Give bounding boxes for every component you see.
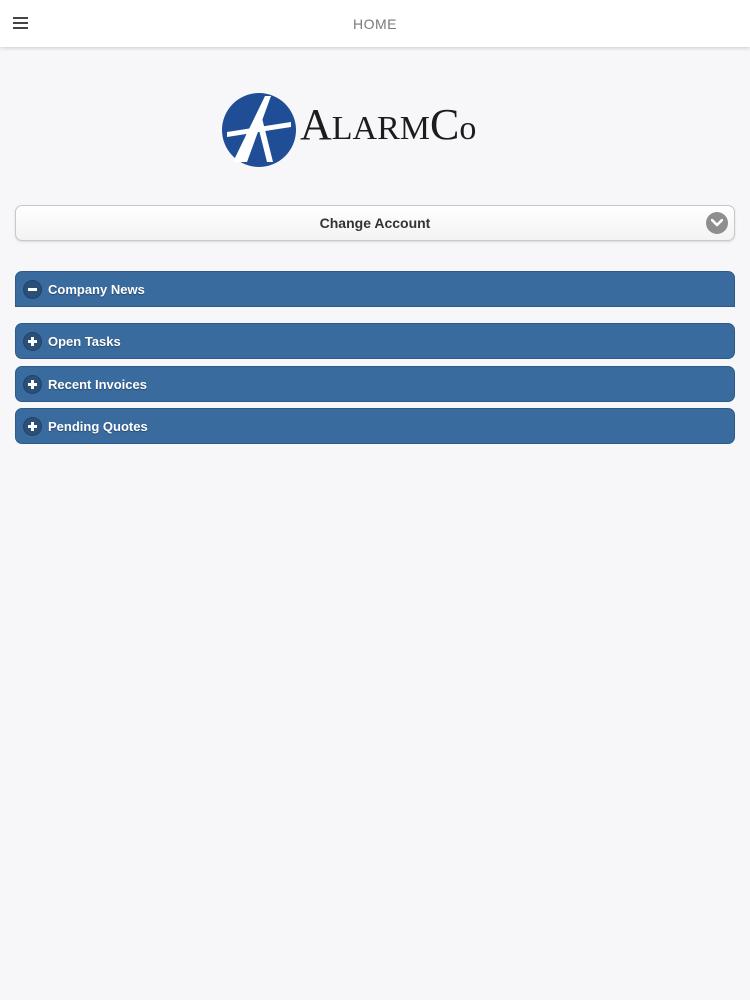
panel-company-news[interactable]: Company News xyxy=(15,271,735,307)
plus-icon xyxy=(23,374,42,394)
logo-wordmark: ALARMCo xyxy=(300,100,477,149)
panel-pending-quotes[interactable]: Pending Quotes xyxy=(15,408,735,444)
change-account-select[interactable]: Change Account xyxy=(15,205,735,241)
alarmco-logo: ALARMCo xyxy=(221,92,521,170)
page-title: HOME xyxy=(353,15,397,32)
panel-recent-invoices[interactable]: Recent Invoices xyxy=(15,366,735,402)
panel-label-recent-invoices: Recent Invoices xyxy=(48,376,147,392)
plus-icon xyxy=(23,416,42,436)
panel-open-tasks[interactable]: Open Tasks xyxy=(15,323,735,359)
top-bar: HOME xyxy=(0,0,750,47)
panel-label-company-news: Company News xyxy=(48,281,145,297)
panel-label-open-tasks: Open Tasks xyxy=(48,333,121,349)
plus-icon xyxy=(23,331,42,351)
panel-label-pending-quotes: Pending Quotes xyxy=(48,418,148,434)
chevron-down-icon xyxy=(706,212,728,234)
hamburger-menu-icon[interactable] xyxy=(13,16,29,30)
logo-emblem-icon xyxy=(222,93,296,167)
change-account-label: Change Account xyxy=(319,215,431,231)
minus-icon xyxy=(23,279,42,299)
